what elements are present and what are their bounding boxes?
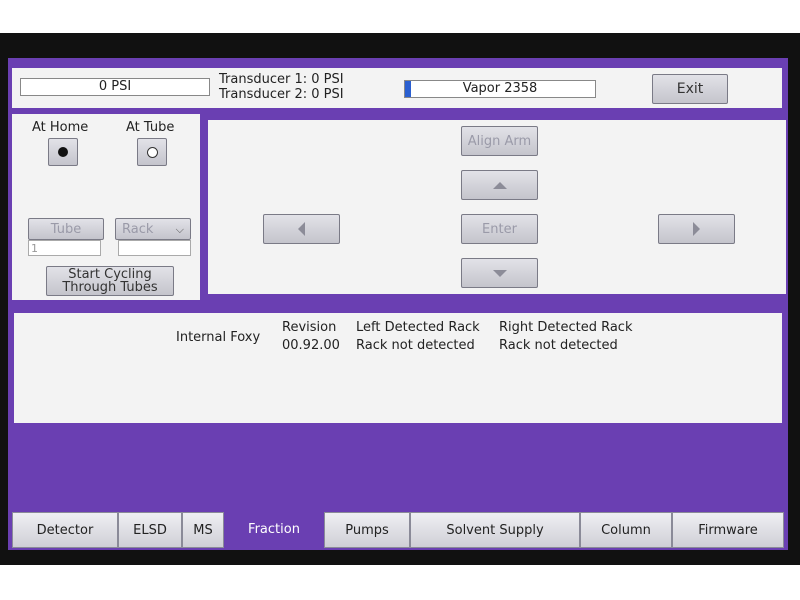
chevron-down-icon: ⌵ xyxy=(175,222,184,236)
right-rack-column: Right Detected Rack Rack not detected xyxy=(499,319,633,355)
arrow-left-icon xyxy=(298,222,305,236)
status-bar: 0 PSI Transducer 1: 0 PSI Transducer 2: … xyxy=(12,68,782,108)
revision-value: 00.92.00 xyxy=(282,338,340,353)
align-arm-button[interactable]: Align Arm xyxy=(461,126,538,156)
tab-solvent-supply[interactable]: Solvent Supply xyxy=(410,512,580,548)
arrow-up-icon xyxy=(492,181,507,189)
rack-input[interactable] xyxy=(118,240,191,256)
vapor-progress: Vapor 2358 xyxy=(404,80,596,98)
left-rack-column: Left Detected Rack Rack not detected xyxy=(356,319,480,355)
tube-button[interactable]: Tube xyxy=(28,218,104,240)
pressure-readout: 0 PSI xyxy=(20,78,210,96)
at-tube-radio[interactable] xyxy=(137,138,167,166)
arm-control-panel: Align Arm Enter xyxy=(208,120,786,294)
vapor-label: Vapor 2358 xyxy=(462,81,538,96)
rack-dropdown[interactable]: Rack ⌵ xyxy=(115,218,191,240)
exit-button[interactable]: Exit xyxy=(652,74,728,104)
right-rack-header: Right Detected Rack xyxy=(499,320,633,335)
left-rack-header: Left Detected Rack xyxy=(356,320,480,335)
tab-column[interactable]: Column xyxy=(580,512,672,548)
rack-dropdown-label: Rack xyxy=(122,221,154,237)
device-name: Internal Foxy xyxy=(176,330,261,345)
tab-ms[interactable]: MS xyxy=(182,512,224,548)
move-up-button[interactable] xyxy=(461,170,538,200)
transducer-readouts: Transducer 1: 0 PSI Transducer 2: 0 PSI xyxy=(219,72,344,102)
tab-detector[interactable]: Detector xyxy=(12,512,118,548)
radio-selected-icon xyxy=(58,147,68,157)
arrow-down-icon xyxy=(492,269,507,277)
at-home-radio[interactable] xyxy=(48,138,78,166)
revision-header: Revision xyxy=(282,320,337,335)
transducer-1-readout: Transducer 1: 0 PSI xyxy=(219,72,344,87)
enter-button[interactable]: Enter xyxy=(461,214,538,244)
right-rack-value: Rack not detected xyxy=(499,338,618,353)
touch-screen: 0 PSI Transducer 1: 0 PSI Transducer 2: … xyxy=(8,58,788,550)
transducer-2-readout: Transducer 2: 0 PSI xyxy=(219,87,344,102)
left-rack-value: Rack not detected xyxy=(356,338,475,353)
arrow-right-icon xyxy=(693,222,700,236)
radio-unselected-icon xyxy=(146,146,158,158)
move-left-button[interactable] xyxy=(263,214,340,244)
move-down-button[interactable] xyxy=(461,258,538,288)
move-right-button[interactable] xyxy=(658,214,735,244)
tab-fraction[interactable]: Fraction xyxy=(224,510,324,548)
tab-pumps[interactable]: Pumps xyxy=(324,512,410,548)
start-cycling-line2: Through Tubes xyxy=(62,280,158,295)
tab-bar: Detector ELSD MS Fraction Pumps Solvent … xyxy=(12,510,788,548)
arm-position-panel: At Home At Tube Tube 1 Rack ⌵ Start Cycl… xyxy=(12,114,200,300)
at-tube-label: At Tube xyxy=(126,120,175,135)
tab-elsd[interactable]: ELSD xyxy=(118,512,182,548)
device-info-panel: Internal Foxy Revision 00.92.00 Left Det… xyxy=(14,313,782,423)
revision-column: Revision 00.92.00 xyxy=(282,319,340,355)
tube-input[interactable]: 1 xyxy=(28,240,101,256)
at-home-label: At Home xyxy=(32,120,89,135)
start-cycling-button[interactable]: Start Cycling Through Tubes xyxy=(46,266,174,296)
vapor-progress-fill xyxy=(405,81,411,97)
tab-firmware[interactable]: Firmware xyxy=(672,512,784,548)
